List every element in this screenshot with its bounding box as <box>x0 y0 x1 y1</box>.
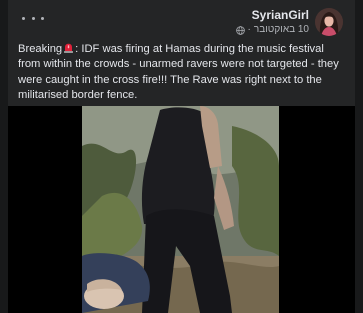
video-still <box>82 106 279 313</box>
more-options-icon <box>22 16 25 20</box>
post-meta: · 10 באוקטובר <box>235 24 309 36</box>
video-frame <box>82 106 279 313</box>
author-avatar[interactable] <box>315 8 343 36</box>
post-timestamp[interactable]: 10 באוקטובר <box>254 24 309 36</box>
police-light-emoji-icon <box>64 43 74 53</box>
more-options-button[interactable] <box>22 10 44 26</box>
avatar-image <box>315 8 343 36</box>
post-text: Breaking : IDF was firing at Hamas durin… <box>18 42 348 104</box>
video-player[interactable] <box>8 106 355 313</box>
post-text-lead: Breaking <box>18 43 63 55</box>
more-options-icon-dot <box>41 16 44 20</box>
post-header: SyrianGirl · 10 באוקטובר <box>8 0 355 40</box>
author-info: SyrianGirl · 10 באוקטובר <box>235 8 309 36</box>
facebook-post-card: SyrianGirl · 10 באוקטובר Breaking: IDF … <box>8 0 355 313</box>
globe-icon <box>235 25 245 35</box>
meta-separator: · <box>247 24 251 35</box>
author-name[interactable]: SyrianGirl <box>236 8 309 23</box>
more-options-icon-dot <box>31 16 35 20</box>
